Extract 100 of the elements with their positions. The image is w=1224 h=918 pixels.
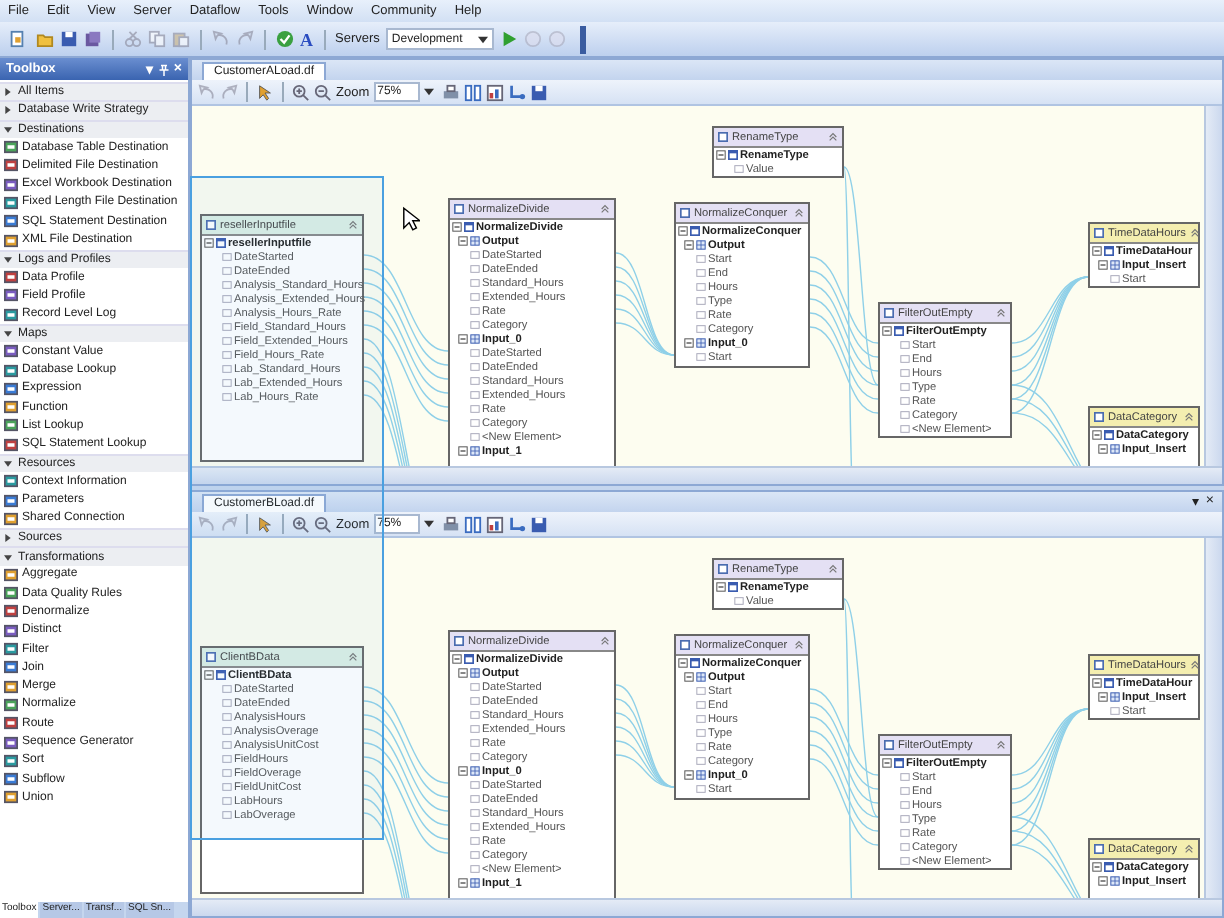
field-icon [696, 784, 706, 794]
collapse-icon[interactable] [1092, 246, 1102, 256]
connector-line [363, 686, 449, 784]
chevron-icon[interactable] [348, 652, 358, 662]
undo-icon[interactable] [212, 30, 230, 48]
chart-icon[interactable] [485, 83, 504, 101]
chevron-icon[interactable] [996, 308, 1006, 318]
chevron-icon[interactable] [1184, 844, 1194, 854]
caret-icon[interactable] [423, 520, 434, 528]
collapse-icon[interactable] [458, 236, 468, 246]
collapse-icon[interactable] [458, 668, 468, 678]
horizontal-scrollbar[interactable] [192, 466, 1222, 484]
field-icon [1110, 274, 1120, 284]
collapse-icon[interactable] [1098, 444, 1108, 454]
collapse-icon[interactable] [684, 770, 694, 780]
collapse-icon[interactable] [882, 758, 892, 768]
collapse-icon[interactable] [452, 654, 462, 664]
chevron-icon[interactable] [600, 636, 610, 646]
pointer-icon[interactable] [256, 83, 274, 101]
collapse-icon[interactable] [1098, 260, 1108, 270]
collapse-icon[interactable] [458, 446, 468, 456]
connector-icon[interactable] [507, 515, 526, 533]
copy-icon[interactable] [148, 30, 166, 48]
chevron-icon[interactable] [1184, 412, 1194, 422]
save-icon[interactable] [60, 30, 78, 48]
collapse-icon[interactable] [684, 240, 694, 250]
collapse-icon[interactable] [458, 766, 468, 776]
table-icon [894, 326, 904, 336]
connector-line [363, 268, 449, 366]
collapse-icon[interactable] [458, 334, 468, 344]
cut-icon[interactable] [124, 30, 142, 48]
zoom-out-icon[interactable] [314, 515, 332, 533]
table-icon [894, 758, 904, 768]
connector-line [363, 728, 449, 826]
vertical-scrollbar[interactable] [1204, 106, 1222, 466]
table-icon [216, 238, 226, 248]
collapse-icon[interactable] [1098, 876, 1108, 886]
collapse-icon[interactable] [1092, 430, 1102, 440]
collapse-icon[interactable] [1098, 692, 1108, 702]
chevron-icon[interactable] [1189, 660, 1200, 670]
grid-icon [696, 770, 706, 780]
connector-line [363, 324, 449, 422]
new-file-icon[interactable] [8, 30, 26, 48]
table-icon [728, 582, 738, 592]
collapse-icon[interactable] [1092, 862, 1102, 872]
run-icon[interactable] [499, 30, 518, 48]
collapse-icon[interactable] [716, 150, 726, 160]
zoom-in-icon[interactable] [292, 515, 310, 533]
collapse-icon[interactable] [458, 878, 468, 888]
undo-icon[interactable] [198, 83, 216, 101]
zoom-out-icon[interactable] [314, 83, 332, 101]
collapse-icon[interactable] [452, 222, 462, 232]
chevron-icon[interactable] [828, 132, 838, 142]
node-box[interactable] [200, 214, 364, 462]
pin-icon[interactable] [157, 63, 170, 75]
redo-icon[interactable] [220, 83, 238, 101]
font-button[interactable]: A [300, 29, 313, 49]
save-icon[interactable] [529, 83, 548, 101]
node-icon [206, 220, 216, 230]
paste-icon[interactable] [172, 30, 190, 48]
columns-icon[interactable] [463, 83, 482, 101]
caret-icon[interactable] [423, 88, 434, 96]
check-icon[interactable] [276, 30, 294, 48]
collapse-icon[interactable] [204, 238, 214, 248]
field-icon [696, 352, 706, 362]
horizontal-scrollbar[interactable] [192, 898, 1222, 916]
print-icon[interactable] [441, 515, 460, 533]
chart-icon[interactable] [485, 515, 504, 533]
chevron-icon[interactable] [348, 220, 358, 230]
node-icon [454, 636, 464, 646]
chevron-icon[interactable] [794, 208, 804, 218]
collapse-icon[interactable] [716, 582, 726, 592]
field-icon [1110, 706, 1120, 716]
save-icon[interactable] [529, 515, 548, 533]
columns-icon[interactable] [463, 515, 482, 533]
node-icon [718, 132, 728, 142]
collapse-icon[interactable] [678, 226, 688, 236]
vertical-scrollbar[interactable] [1204, 538, 1222, 898]
collapse-icon[interactable] [678, 658, 688, 668]
chevron-icon[interactable] [996, 740, 1006, 750]
chevron-icon[interactable] [1189, 228, 1200, 238]
folder-icon[interactable] [36, 30, 54, 48]
collapse-icon[interactable] [684, 338, 694, 348]
table-icon [1104, 246, 1114, 256]
save-all-icon[interactable] [84, 30, 102, 48]
print-icon[interactable] [441, 83, 460, 101]
chevron-icon[interactable] [828, 564, 838, 574]
zoom-in-icon[interactable] [292, 83, 310, 101]
collapse-icon[interactable] [882, 326, 892, 336]
collapse-icon[interactable] [204, 670, 214, 680]
collapse-icon[interactable] [1092, 678, 1102, 688]
table-icon [728, 150, 738, 160]
connector-line [363, 310, 449, 408]
collapse-icon[interactable] [684, 672, 694, 682]
field-icon [734, 596, 744, 606]
connector-icon[interactable] [507, 83, 526, 101]
redo-icon[interactable] [236, 30, 254, 48]
chevron-icon[interactable] [794, 640, 804, 650]
chevron-icon[interactable] [600, 204, 610, 214]
pointer-icon[interactable] [256, 515, 274, 533]
